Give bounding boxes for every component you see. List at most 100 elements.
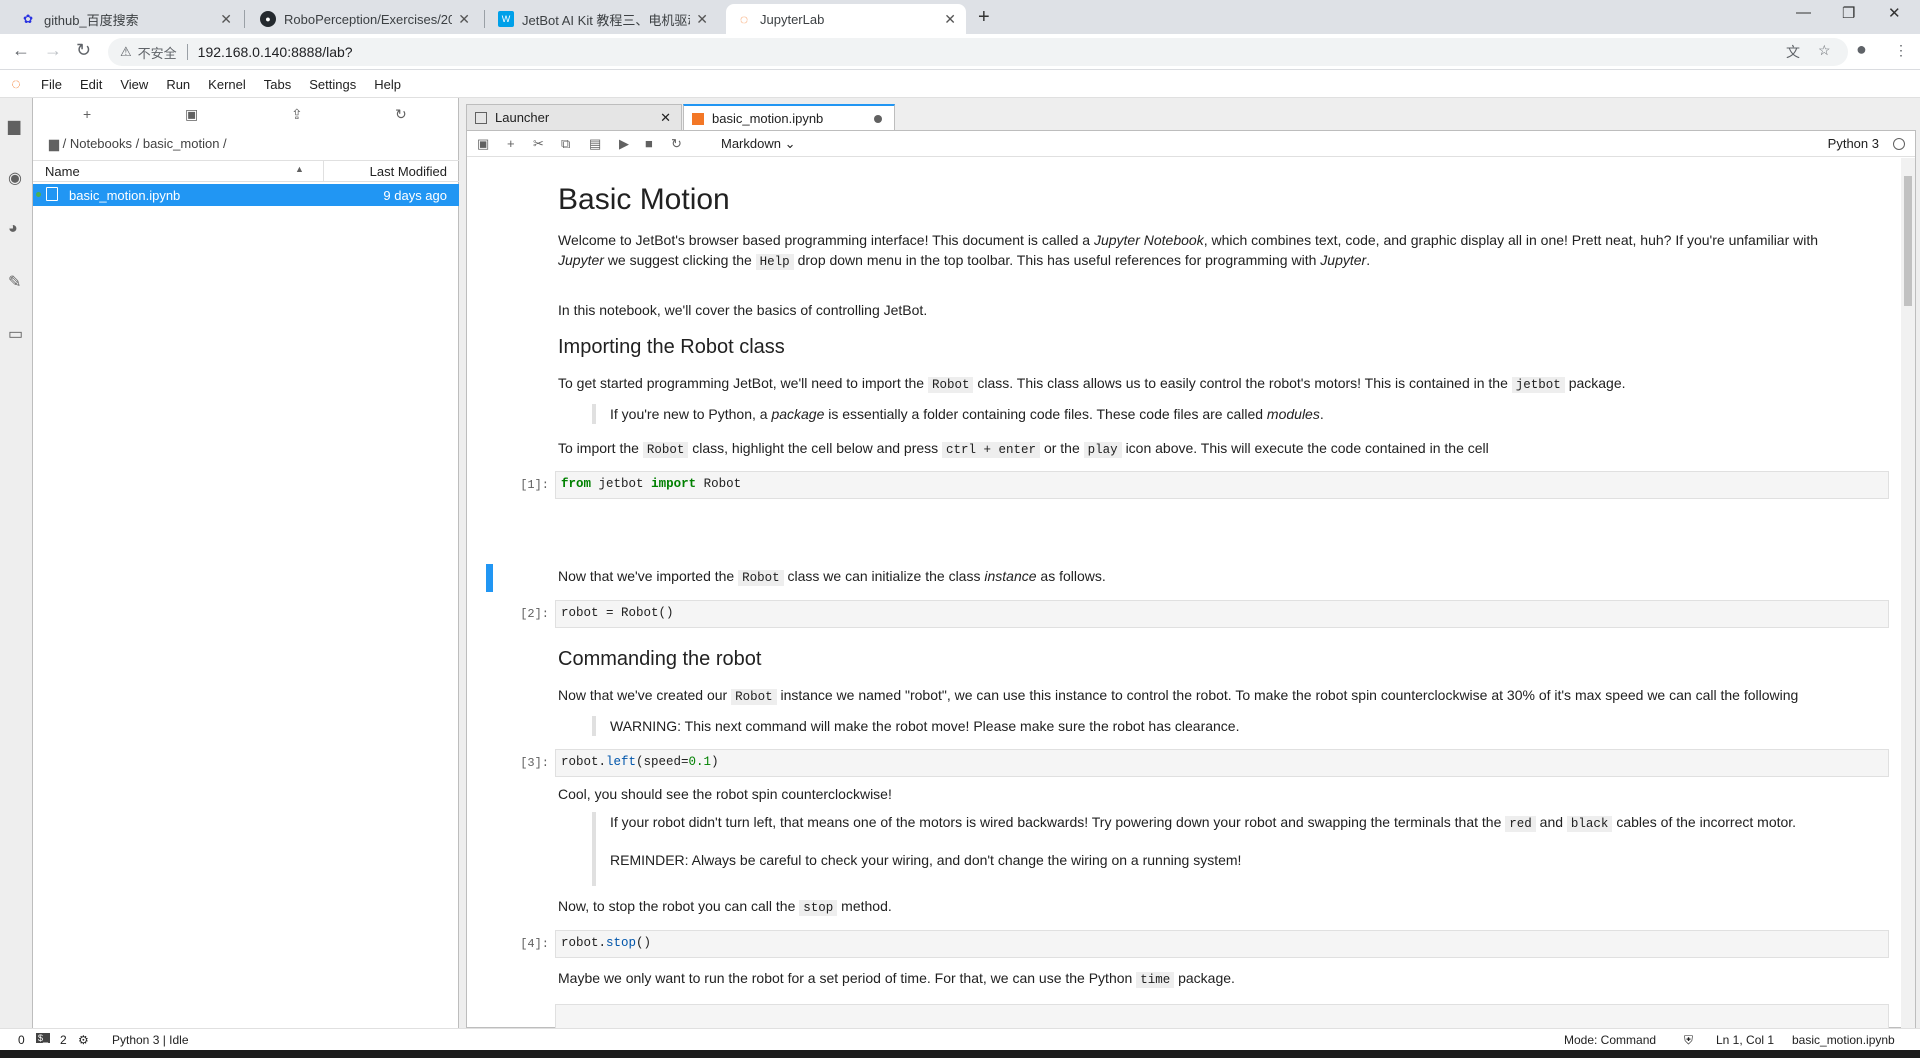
menu-settings[interactable]: Settings (300, 77, 365, 92)
paste-icon[interactable]: ▤ (589, 136, 601, 152)
baidu-icon: ✿ (22, 12, 34, 26)
close-icon[interactable]: ✕ (220, 11, 232, 28)
text: If you're new to Python, a (610, 406, 768, 422)
code-cell-1[interactable]: from jetbot import Robot (555, 471, 1889, 499)
paragraph-import: To get started programming JetBot, we'll… (558, 373, 1848, 395)
inline-code: stop (799, 900, 838, 916)
cell-prompt: [1]: (520, 478, 549, 492)
translate-icon[interactable]: 文 (1786, 42, 1800, 62)
text: icon above. This will execute the code c… (1125, 440, 1489, 456)
code-text: robot. (561, 755, 607, 769)
text-emphasis: Jupyter Notebook (1093, 232, 1204, 248)
profile-icon[interactable]: ● (1856, 39, 1867, 60)
bookmark-star-icon[interactable]: ☆ (1818, 42, 1831, 59)
cut-icon[interactable]: ✂ (533, 136, 544, 152)
tab-launcher[interactable]: Launcher ✕ (466, 104, 682, 130)
minimize-button[interactable]: — (1796, 4, 1811, 21)
status-terminals[interactable]: 2 (60, 1033, 67, 1047)
launcher-icon (475, 111, 487, 124)
status-position[interactable]: Ln 1, Col 1 (1716, 1033, 1774, 1047)
text: drop down menu in the top toolbar. This … (797, 252, 1317, 268)
code-cell-3[interactable]: robot.left(speed=0.1) (555, 749, 1889, 777)
paragraph-time: Maybe we only want to run the robot for … (558, 968, 1848, 990)
menu-edit[interactable]: Edit (71, 77, 111, 92)
wrench-icon[interactable]: ✎ (8, 272, 21, 292)
running-icon[interactable]: ◉ (8, 168, 22, 188)
text: is essentially a folder containing code … (828, 406, 1264, 422)
notebook-file-icon (46, 187, 58, 201)
close-icon[interactable]: ✕ (660, 110, 671, 126)
quote-reminder: REMINDER: Always be careful to check you… (610, 852, 1242, 868)
upload-button[interactable]: ⇪ (291, 106, 303, 123)
code-cell-2[interactable]: robot = Robot() (555, 600, 1889, 628)
browser-tab-github[interactable]: ● RoboPerception/Exercises/2021 ✕ (250, 4, 480, 34)
tab-basic-motion[interactable]: basic_motion.ipynb (683, 104, 895, 131)
back-button[interactable]: ← (12, 40, 30, 61)
status-count[interactable]: 0 (18, 1033, 25, 1047)
palette-icon[interactable]: ◕ (8, 220, 18, 238)
scrollbar-thumb[interactable] (1904, 176, 1912, 306)
paragraph-stop: Now, to stop the robot you can call the … (558, 896, 1848, 918)
close-window-button[interactable]: ✕ (1888, 4, 1901, 22)
code-number: 0.1 (688, 755, 712, 769)
close-icon[interactable]: ✕ (458, 11, 470, 28)
menu-tabs[interactable]: Tabs (255, 77, 300, 92)
column-last-modified[interactable]: Last Modified (370, 164, 447, 179)
menu-help[interactable]: Help (365, 77, 410, 92)
folder-icon[interactable]: ▆ (49, 136, 59, 151)
restore-button[interactable]: ❐ (1842, 4, 1855, 22)
menu-kernel[interactable]: Kernel (199, 77, 255, 92)
reload-button[interactable]: ↻ (76, 40, 91, 61)
save-icon[interactable]: ▣ (477, 136, 489, 152)
tab-separator (244, 10, 245, 28)
menu-file[interactable]: File (32, 77, 71, 92)
menu-view[interactable]: View (111, 77, 157, 92)
code-cell-5[interactable] (555, 1004, 1889, 1028)
inline-code: play (1083, 442, 1122, 458)
security-label: 不安全 (137, 45, 177, 61)
notebook-icon (692, 112, 704, 125)
browser-tab-title: RoboPerception/Exercises/2021 (284, 11, 453, 27)
cell-prompt: [2]: (520, 607, 549, 621)
menu-run[interactable]: Run (157, 77, 199, 92)
cell-prompt: [4]: (520, 937, 549, 951)
browser-tab-baidu[interactable]: ✿ github_百度搜索 ✕ (10, 4, 242, 34)
forward-button[interactable]: → (44, 40, 62, 61)
notebook-content: Basic Motion Welcome to JetBot's browser… (467, 158, 1915, 1028)
url-field[interactable]: ⚠ 不安全 192.168.0.140:8888/lab? (108, 38, 1848, 66)
new-launcher-button[interactable]: + (83, 106, 91, 122)
folder-icon[interactable]: ▆ (8, 116, 20, 136)
cell-type-select[interactable]: Markdown ⌄ (721, 136, 796, 152)
close-icon[interactable]: ✕ (944, 11, 956, 28)
run-icon[interactable]: ▶ (619, 136, 629, 152)
tabs-icon[interactable]: ▭ (8, 324, 23, 344)
refresh-button[interactable]: ↻ (395, 106, 407, 123)
insert-cell-icon[interactable]: + (507, 136, 515, 151)
blockquote-wiring: If your robot didn't turn left, that mea… (592, 812, 1892, 886)
more-menu-icon[interactable]: ⋮ (1894, 42, 1908, 59)
close-icon[interactable]: ✕ (696, 11, 708, 28)
stop-icon[interactable]: ■ (645, 136, 653, 151)
text-emphasis: instance (984, 568, 1037, 584)
browser-tab-jetbot[interactable]: W JetBot AI Kit 教程三、电机驱动 ✕ (488, 4, 718, 34)
tab-label: Launcher (495, 110, 550, 125)
status-kernel[interactable]: Python 3 | Idle (112, 1033, 189, 1047)
breadcrumb-path[interactable]: / Notebooks / basic_motion / (63, 136, 227, 151)
restart-icon[interactable]: ↻ (671, 136, 682, 152)
gear-icon: ⚙ (78, 1033, 89, 1047)
file-row[interactable]: basic_motion.ipynb 9 days ago (33, 184, 459, 206)
browser-tab-title: github_百度搜索 (44, 12, 139, 28)
tab-separator (484, 10, 485, 28)
copy-icon[interactable]: ⧉ (561, 136, 570, 152)
new-folder-button[interactable]: ▣ (185, 106, 198, 123)
column-name[interactable]: Name (45, 164, 80, 179)
unsaved-dot-icon[interactable] (874, 115, 882, 123)
text: as follows. (1040, 568, 1106, 584)
browser-tab-jupyterlab[interactable]: ◌ JupyterLab ✕ (726, 4, 966, 34)
new-tab-button[interactable]: + (978, 6, 990, 29)
scrollbar[interactable] (1901, 158, 1915, 1028)
text: class, highlight the cell below and pres… (692, 440, 939, 456)
kernel-name[interactable]: Python 3 (1828, 136, 1879, 151)
code-cell-4[interactable]: robot.stop() (555, 930, 1889, 958)
status-mode[interactable]: Mode: Command (1564, 1033, 1656, 1047)
